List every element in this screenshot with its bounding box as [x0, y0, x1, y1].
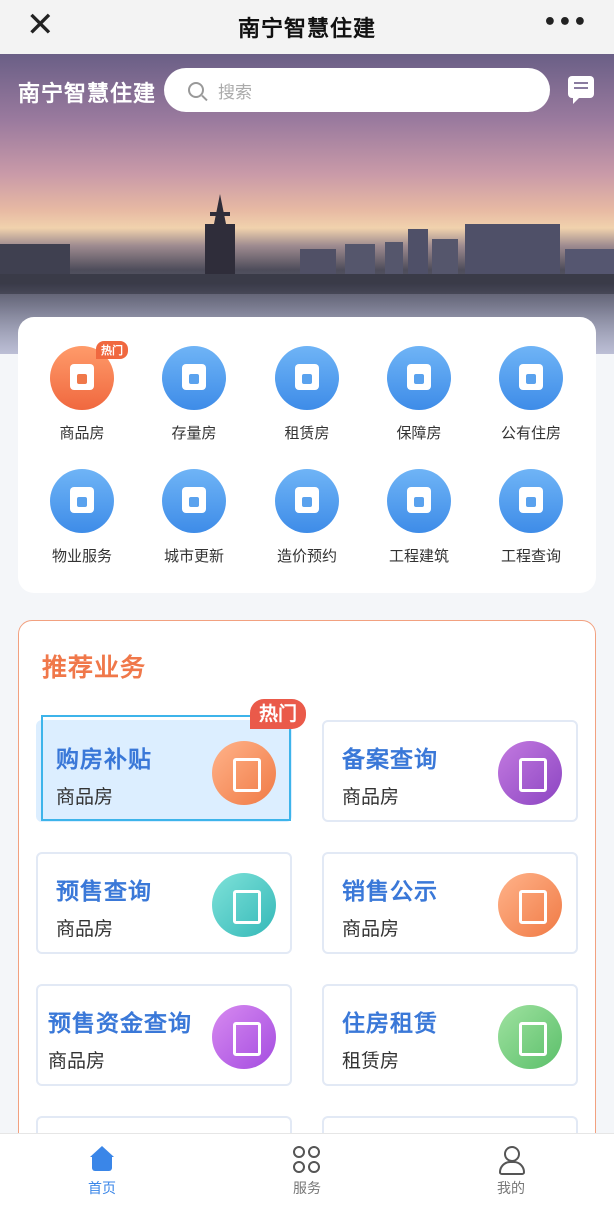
search-input[interactable]: 搜索 [164, 68, 550, 112]
service-category: 商品房 [342, 918, 400, 940]
search-list-icon [499, 469, 563, 533]
shortcut-existing-housing[interactable]: 存量房 [144, 346, 244, 443]
shortcut-label: 商品房 [59, 424, 105, 442]
service-card-sales-notice[interactable]: 销售公示 商品房 [322, 852, 578, 954]
service-card-presale-funds-query[interactable]: 预售资金查询 商品房 [36, 984, 292, 1086]
shortcut-label: 存量房 [171, 424, 217, 442]
search-icon [188, 82, 204, 98]
shortcut-label: 公有住房 [500, 424, 561, 442]
search-placeholder: 搜索 [218, 82, 252, 103]
tab-service[interactable]: 服务 [247, 1134, 367, 1205]
bottom-tab-bar: 首页 服务 我的 [0, 1133, 614, 1205]
house-hand-icon [499, 346, 563, 410]
service-card-presale-query[interactable]: 预售查询 商品房 [36, 852, 292, 954]
shortcut-urban-renewal[interactable]: 城市更新 [144, 469, 244, 566]
shortcut-label: 城市更新 [163, 547, 224, 565]
shortcut-commercial-housing[interactable]: 商品房 [32, 346, 132, 443]
shortcut-property-service[interactable]: 物业服务 [32, 469, 132, 566]
title-bar: ✕ 南宁智慧住建 ••• [0, 0, 614, 54]
house-key-icon [275, 346, 339, 410]
tab-label: 首页 [88, 1181, 116, 1197]
message-icon[interactable] [568, 76, 594, 104]
shortcut-label: 物业服务 [51, 547, 112, 565]
shortcut-label: 工程建筑 [388, 547, 449, 565]
service-category: 商品房 [48, 1050, 106, 1072]
service-card-filing-query[interactable]: 备案查询 商品房 [322, 720, 578, 822]
hot-badge: 热门 [96, 341, 128, 359]
close-icon[interactable]: ✕ [26, 8, 55, 42]
service-name: 住房租赁 [342, 1011, 438, 1037]
shortcut-label: 保障房 [396, 424, 442, 442]
service-name: 预售查询 [56, 879, 152, 905]
tab-label: 服务 [293, 1181, 321, 1197]
user-icon [497, 1146, 525, 1175]
service-name: 销售公示 [342, 879, 438, 905]
shortcut-label: 造价预约 [276, 547, 337, 565]
document-house-icon [498, 741, 562, 805]
folder-icon [275, 469, 339, 533]
selection-highlight [41, 715, 291, 821]
shortcut-engineering-query[interactable]: 工程查询 [481, 469, 581, 566]
section-title: 推荐业务 [42, 653, 147, 682]
building-icon [212, 873, 276, 937]
service-name: 预售资金查询 [48, 1011, 192, 1037]
shortcut-rental-housing[interactable]: 租赁房 [257, 346, 357, 443]
tab-label: 我的 [497, 1181, 525, 1197]
tab-mine[interactable]: 我的 [451, 1134, 571, 1205]
service-name: 备案查询 [342, 747, 438, 773]
hot-badge: 热门 [250, 699, 307, 729]
service-category: 商品房 [56, 918, 114, 940]
page-title: 南宁智慧住建 [237, 17, 376, 42]
shield-house-icon [387, 346, 451, 410]
shortcut-public-housing[interactable]: 公有住房 [481, 346, 581, 443]
shortcut-label: 工程查询 [500, 547, 561, 565]
more-icon[interactable]: ••• [543, 10, 588, 35]
shortcut-affordable-housing[interactable]: 保障房 [369, 346, 469, 443]
document-badge-icon [498, 873, 562, 937]
shortcut-label: 租赁房 [284, 424, 330, 442]
service-category: 租赁房 [342, 1050, 400, 1072]
grid-icon [293, 1146, 321, 1173]
house-icon [162, 346, 226, 410]
building-icon [498, 1005, 562, 1069]
money-building-icon [212, 1005, 276, 1069]
building-icon [387, 469, 451, 533]
service-category: 商品房 [342, 786, 400, 808]
brand-logo-text: 南宁智慧住建 [18, 82, 157, 107]
paint-roller-icon [162, 469, 226, 533]
tab-home[interactable]: 首页 [42, 1134, 162, 1205]
home-icon [88, 1146, 116, 1172]
shortcut-engineering-construction[interactable]: 工程建筑 [369, 469, 469, 566]
service-card-housing-rental[interactable]: 住房租赁 租赁房 [322, 984, 578, 1086]
shortcut-cost-appointment[interactable]: 造价预约 [257, 469, 357, 566]
banner: 南宁智慧住建 搜索 [0, 54, 614, 354]
house-gear-icon [50, 469, 114, 533]
